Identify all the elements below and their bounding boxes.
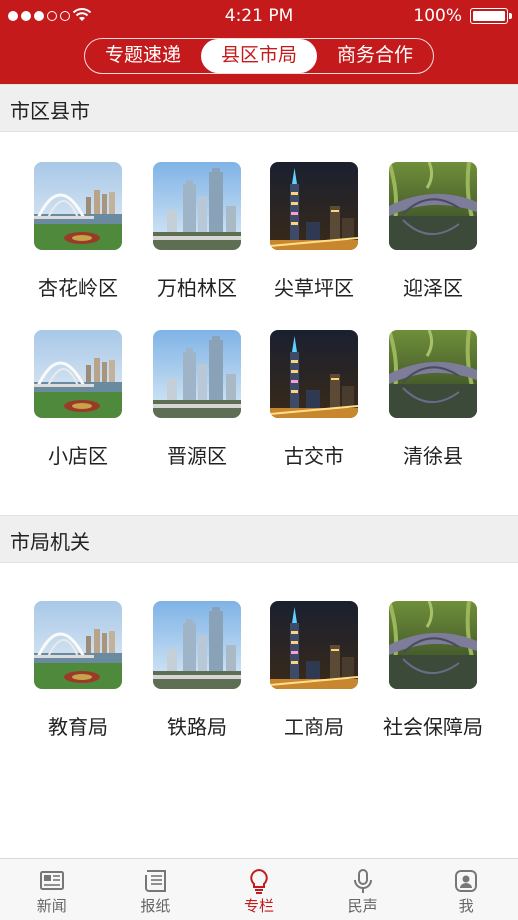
thumbnail-image [153,601,241,689]
grid-item[interactable]: 社会保障局 [374,601,492,740]
tab-news[interactable]: 新闻 [0,859,104,920]
grid-item-label: 社会保障局 [383,715,483,739]
tab-topics[interactable]: 专题速递 [85,39,201,73]
grid-item[interactable]: 尖草坪区 [255,162,373,301]
section-title: 市局机关 [10,530,90,554]
thumbnail-image [34,162,122,250]
tab-column[interactable]: 专栏 [207,859,311,920]
grid-item-label: 晋源区 [167,444,227,468]
tab-label: 专栏 [243,897,274,915]
grid-item-label: 迎泽区 [403,276,463,300]
grid-item-label: 小店区 [48,444,108,468]
grid-item-label: 工商局 [284,715,344,739]
app-header: 4:21 PM 100% 专题速递 县区市局 商务合作 [0,0,518,84]
thumbnail-image [389,162,477,250]
thumbnail-image [270,601,358,689]
tab-business[interactable]: 商务合作 [317,39,433,73]
grid-item[interactable]: 杏花岭区 [19,162,137,301]
grid-item-label: 教育局 [48,715,108,739]
newspaper-icon [39,871,64,890]
segmented-control: 专题速递 县区市局 商务合作 [84,38,434,74]
grid-item[interactable]: 清徐县 [374,330,492,469]
thumbnail-image [153,162,241,250]
grid-item[interactable]: 晋源区 [138,330,256,469]
battery-icon [470,8,512,24]
grid-item-label: 清徐县 [403,444,463,468]
grid-item[interactable]: 教育局 [19,601,137,740]
user-icon [455,870,478,892]
bottom-tab-bar: 新闻 报纸 专栏 民声 我 [0,858,518,920]
grid-item-label: 万柏林区 [157,276,237,300]
grid-item[interactable]: 铁路局 [138,601,256,740]
grid-item-label: 杏花岭区 [38,276,118,300]
tab-districts[interactable]: 县区市局 [201,39,317,73]
battery-percent: 100% [413,6,462,26]
thumbnail-image [389,601,477,689]
thumbnail-image [270,162,358,250]
grid-item-label: 铁路局 [167,715,227,739]
paper-icon [145,870,167,892]
tab-voice[interactable]: 民声 [311,859,415,920]
tab-label: 我 [458,897,474,915]
lightbulb-icon [250,868,268,894]
status-bar: 4:21 PM 100% [0,0,518,34]
grid-item-label: 古交市 [284,444,344,468]
section-header-bureaus: 市局机关 [0,515,518,563]
thumbnail-image [270,330,358,418]
tab-label: 民声 [347,897,378,915]
tab-me[interactable]: 我 [414,859,518,920]
tab-label: 报纸 [140,897,171,915]
grid-item[interactable]: 万柏林区 [138,162,256,301]
section-title: 市区县市 [10,99,90,123]
grid-item[interactable]: 小店区 [19,330,137,469]
grid-item-label: 尖草坪区 [274,276,354,300]
grid-item[interactable]: 古交市 [255,330,373,469]
microphone-icon [353,869,372,893]
thumbnail-image [153,330,241,418]
grid-item[interactable]: 工商局 [255,601,373,740]
tab-paper[interactable]: 报纸 [104,859,208,920]
grid-item[interactable]: 迎泽区 [374,162,492,301]
thumbnail-image [34,330,122,418]
thumbnail-image [389,330,477,418]
tab-label: 新闻 [36,897,67,915]
section-header-districts: 市区县市 [0,84,518,132]
thumbnail-image [34,601,122,689]
